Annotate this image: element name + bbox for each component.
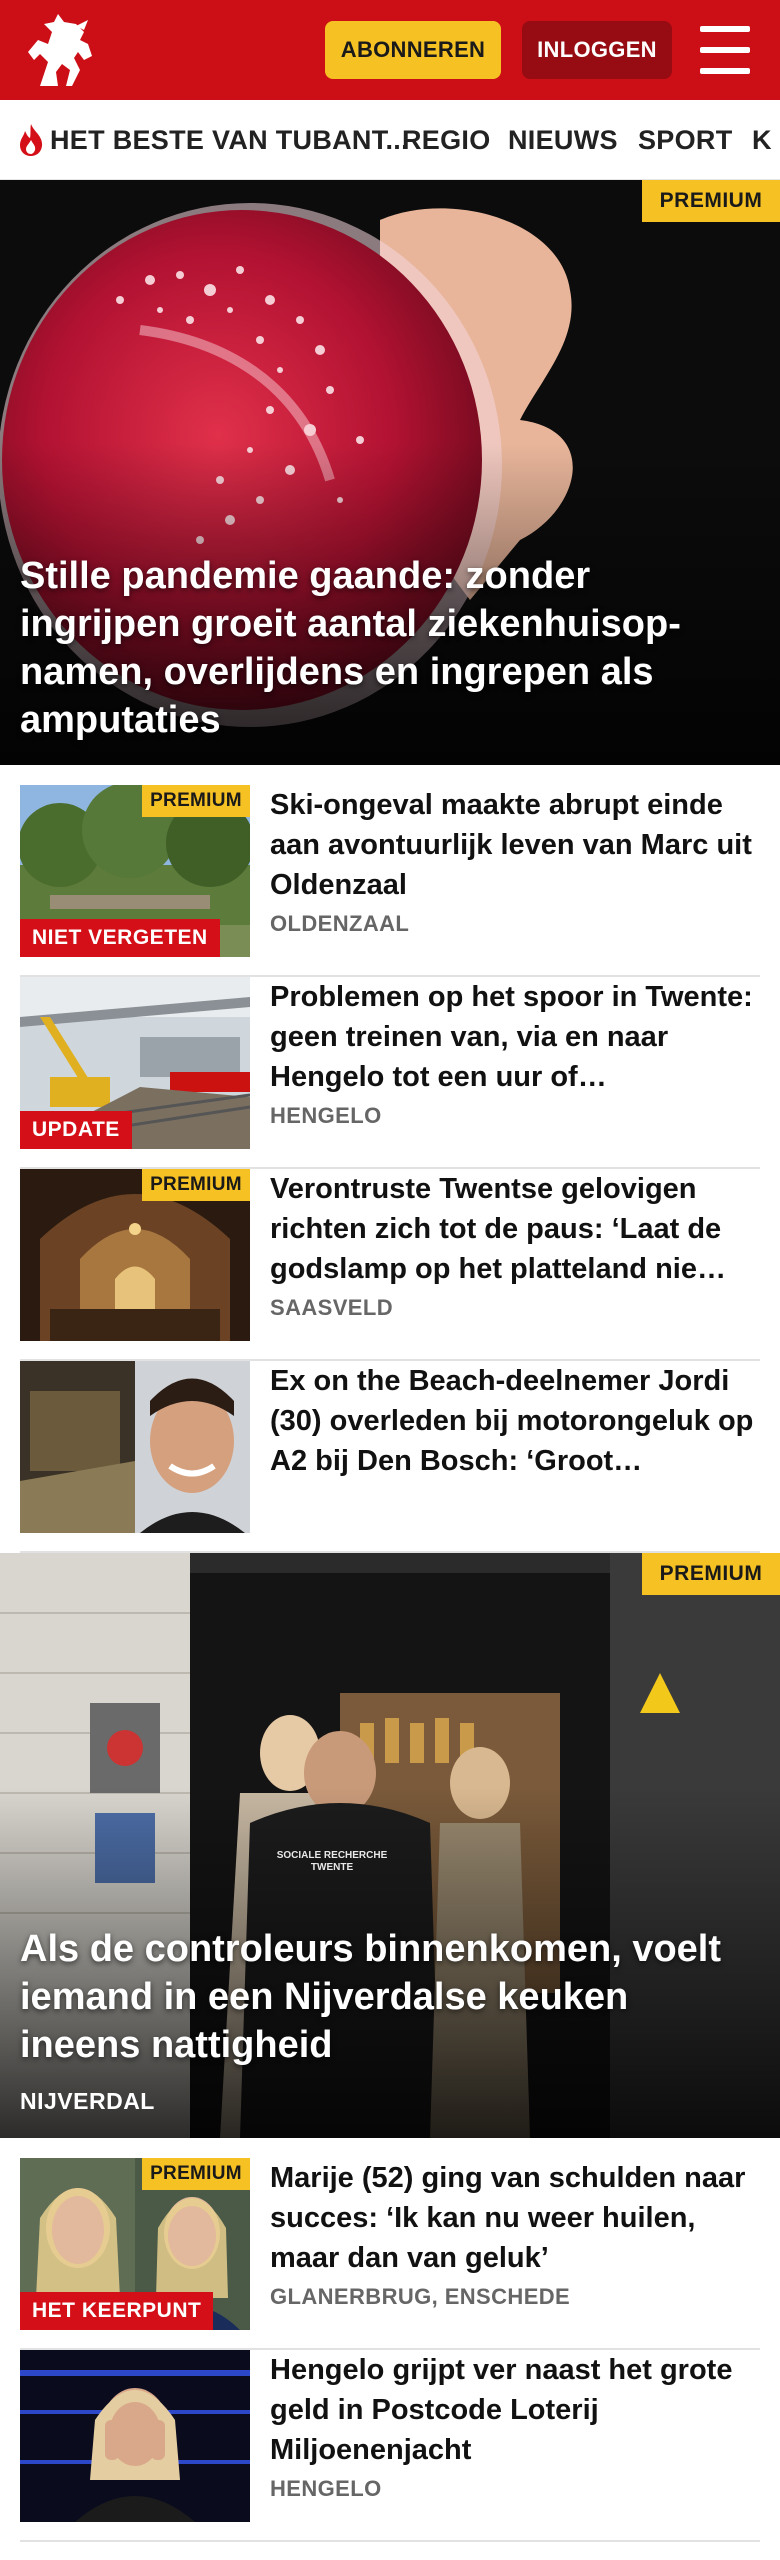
nav-item-label: HET BESTE VAN TUBANT... [50,124,409,155]
nav-item-best-of[interactable]: HET BESTE VAN TUBANT... [16,100,409,179]
list-item[interactable]: PREMIUM HET KEERPUNT Marije (52) ging va… [20,2158,760,2350]
hero-article-1[interactable]: PREMIUM Stille pandemie gaande: zonder i… [0,180,780,765]
article-title: Marije (52) ging van schulden naar succe… [270,2162,746,2274]
article-location: HENGELO [270,2476,382,2501]
thumbnail-church: PREMIUM [20,1169,250,1341]
article-location: OLDENZAAL [270,911,410,936]
hero-title: Als de controleurs binnenkomen, voelt ie… [20,1928,722,2066]
thumbnail-portrait [20,1361,250,1533]
thumbnail-park: PREMIUM NIET VERGETEN [20,785,250,957]
nav-item-regio[interactable]: REGIO [402,100,491,179]
premium-badge: PREMIUM [142,1169,250,1201]
article-title: Verontruste Twentse gelovigen richten zi… [270,1173,726,1285]
hamburger-menu-icon[interactable] [700,26,750,74]
flame-icon [20,124,43,156]
article-location: HENGELO [270,1103,382,1128]
thumbnail-railway: UPDATE [20,977,250,1149]
category-badge: UPDATE [20,1111,132,1149]
top-bar: ABONNEREN INLOGGEN [0,0,780,100]
category-badge: NIET VERGETEN [20,919,220,957]
subscribe-button[interactable]: ABONNEREN [325,21,501,79]
list-item[interactable]: Hengelo grijpt ver naast het grote geld … [20,2350,760,2542]
hero-location: NIJVERDAL [20,2088,155,2114]
thumbnail-woman: PREMIUM HET KEERPUNT [20,2158,250,2330]
list-item[interactable]: Ex on the Beach-deelnemer Jordi (30) ove… [20,1361,760,1553]
article-title: Problemen op het spoor in Twente: geen t… [270,981,753,1093]
list-item[interactable]: PREMIUM NIET VERGETEN Ski-ongeval maakte… [20,785,760,977]
vest-text: SOCIALE RECHERCHE TWENTE [276,1850,388,1873]
article-title: Ex on the Beach-deelnemer Jordi (30) ove… [270,1365,754,1477]
login-button[interactable]: INLOGGEN [522,21,672,79]
category-badge: HET KEERPUNT [20,2292,214,2330]
premium-badge: PREMIUM [642,180,780,222]
list-item[interactable]: UPDATE Problemen op het spoor in Twente:… [20,977,760,1169]
article-title: Ski-ongeval maakte abrupt einde aan avon… [270,789,752,901]
premium-badge: PREMIUM [142,2158,250,2190]
list-item[interactable]: PREMIUM Verontruste Twentse gelovigen ri… [20,1169,760,1361]
nav-item-more[interactable]: K [752,100,772,179]
section-nav: HET BESTE VAN TUBANT... REGIO NIEUWS SPO… [0,100,780,180]
premium-badge: PREMIUM [642,1553,780,1595]
premium-badge: PREMIUM [142,785,250,817]
nav-item-sport[interactable]: SPORT [638,100,733,179]
thumbnail-tv-show [20,2350,250,2522]
hero-article-2[interactable]: SOCIALE RECHERCHE TWENTE PREMIUM Als de … [0,1553,780,2138]
hero-title: Stille pandemie gaande: zonder ingrijpen… [20,555,681,741]
article-location: SAASVELD [270,1295,393,1320]
article-title: Hengelo grijpt ver naast het grote geld … [270,2354,733,2466]
horse-logo-icon[interactable] [18,10,104,90]
nav-item-nieuws[interactable]: NIEUWS [508,100,618,179]
article-location: GLANERBRUG, ENSCHEDE [270,2284,571,2309]
